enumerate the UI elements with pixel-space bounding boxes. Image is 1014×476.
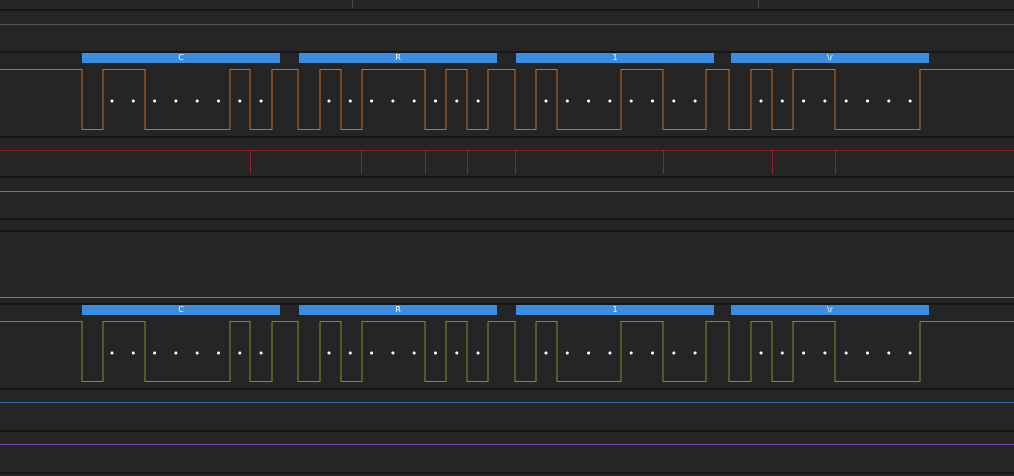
rx-sample-dot <box>370 351 374 355</box>
tx-sample-dot <box>131 99 135 103</box>
rx-sample-dot <box>629 351 633 355</box>
tx-sample-dot <box>672 99 676 103</box>
rx-sample-dot <box>908 351 912 355</box>
tx-sample-dot <box>195 99 199 103</box>
rx-sample-dot <box>780 351 784 355</box>
tx-sample-dot <box>327 99 331 103</box>
rx-sample-dot <box>217 351 220 355</box>
tx-sample-dot <box>629 99 633 103</box>
rx-sample-dot <box>651 351 654 355</box>
tx-sample-dot <box>348 99 352 103</box>
tx-sample-dot <box>174 99 178 103</box>
rx-sample-dot <box>608 351 612 355</box>
tx-sample-dot <box>651 99 654 103</box>
rx-sample-dot <box>238 351 242 355</box>
rx-sample-dot <box>412 351 416 355</box>
rx-sample-dot <box>544 351 548 355</box>
rx-sample-dot <box>759 351 763 355</box>
tx-sample-dot <box>587 99 591 103</box>
rx-sample-dot <box>131 351 135 355</box>
rx-sample-dot <box>434 351 437 355</box>
rx-sample-dot <box>844 351 848 355</box>
tx-sample-dot <box>565 99 569 103</box>
uart-tx-waveform[interactable] <box>0 69 1014 130</box>
tx-sample-dot <box>887 99 891 103</box>
tx-sample-dot <box>370 99 374 103</box>
rx-sample-dot <box>565 351 569 355</box>
tx-sample-dot <box>608 99 612 103</box>
rx-sample-dot <box>327 351 331 355</box>
rx-sample-dot <box>587 351 591 355</box>
rx-sample-dot <box>887 351 891 355</box>
tx-sample-dot <box>908 99 912 103</box>
waveform-canvas[interactable] <box>0 0 1014 476</box>
rx-sample-dot <box>802 351 806 355</box>
tx-sample-dot <box>476 99 480 103</box>
rx-sample-dot <box>195 351 199 355</box>
tx-sample-dot <box>802 99 806 103</box>
tx-sample-dot <box>866 99 869 103</box>
tx-sample-dot <box>844 99 848 103</box>
tx-sample-dot <box>544 99 548 103</box>
rx-sample-dot <box>866 351 869 355</box>
rx-sample-dot <box>455 351 459 355</box>
tx-sample-dot <box>110 99 114 103</box>
tx-sample-dot <box>217 99 220 103</box>
rx-sample-dot <box>823 351 827 355</box>
tx-sample-dot <box>823 99 827 103</box>
rx-sample-dot <box>672 351 676 355</box>
rx-sample-dot <box>693 351 697 355</box>
tx-sample-dot <box>455 99 459 103</box>
tx-sample-dot <box>693 99 697 103</box>
rx-sample-dot <box>174 351 178 355</box>
rx-sample-dot <box>259 351 263 355</box>
rx-sample-dot <box>476 351 480 355</box>
tx-sample-dot <box>153 99 157 103</box>
tx-sample-dot <box>238 99 242 103</box>
rx-sample-dot <box>391 351 395 355</box>
rx-sample-dot <box>348 351 352 355</box>
rx-sample-dot <box>153 351 157 355</box>
tx-sample-dot <box>412 99 416 103</box>
tx-sample-dot <box>434 99 437 103</box>
uart-rx-waveform[interactable] <box>0 321 1014 382</box>
tx-sample-dot <box>780 99 784 103</box>
tx-sample-dot <box>759 99 763 103</box>
rx-sample-dot <box>110 351 114 355</box>
tx-sample-dot <box>259 99 263 103</box>
tx-sample-dot <box>391 99 395 103</box>
